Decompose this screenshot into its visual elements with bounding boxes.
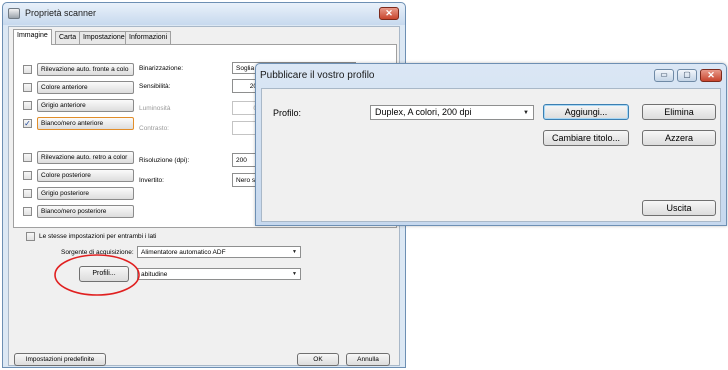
rear-gray-button[interactable]: Grigio posteriore xyxy=(37,187,134,200)
same-settings-checkbox[interactable] xyxy=(26,232,35,241)
front-gray-button[interactable]: Grigio anteriore xyxy=(37,99,134,112)
chevron-down-icon: ▼ xyxy=(292,249,297,255)
front-auto-checkbox[interactable] xyxy=(23,65,32,74)
rear-bw-button[interactable]: Bianco/nero posteriore xyxy=(37,205,134,218)
window-title: Proprietà scanner xyxy=(25,8,97,18)
profile-select-value: abitudine xyxy=(141,271,168,278)
source-value: Alimentatore automatico ADF xyxy=(141,249,226,256)
rename-button[interactable]: Cambiare titolo... xyxy=(543,130,629,146)
contrast-label: Contrasto: xyxy=(139,125,169,132)
front-color-checkbox[interactable] xyxy=(23,83,32,92)
chevron-down-icon: ▼ xyxy=(292,271,297,277)
front-color-button[interactable]: Colore anteriore xyxy=(37,81,134,94)
profile-dialog: Pubblicare il vostro profilo ▭ ▢ ✕ Profi… xyxy=(255,63,727,226)
profile-dropdown[interactable]: Duplex, A colori, 200 dpi ▼ xyxy=(370,105,534,120)
source-select[interactable]: Alimentatore automatico ADF ▼ xyxy=(137,246,301,258)
close-button[interactable]: ✕ xyxy=(700,69,722,82)
tab-carta[interactable]: Carta xyxy=(55,31,81,44)
chevron-down-icon: ▼ xyxy=(523,110,529,116)
dialog-client-area: Profilo: Duplex, A colori, 200 dpi ▼ Agg… xyxy=(261,88,721,222)
binarization-label: Binarizzazione: xyxy=(139,65,184,72)
rear-color-button[interactable]: Colore posteriore xyxy=(37,169,134,182)
rear-auto-button[interactable]: Rilevazione auto. retro a color xyxy=(37,151,134,164)
highlight-ellipse xyxy=(54,254,140,296)
minimize-button[interactable]: ▭ xyxy=(654,69,674,82)
rear-color-checkbox[interactable] xyxy=(23,171,32,180)
reset-button[interactable]: Azzera xyxy=(642,130,716,146)
exit-button[interactable]: Uscita xyxy=(642,200,716,216)
profile-select[interactable]: abitudine ▼ xyxy=(137,268,301,280)
scanner-icon xyxy=(8,8,20,19)
default-settings-button[interactable]: Impostazioni predefinite xyxy=(14,353,106,366)
resolution-label: Risoluzione (dpi): xyxy=(139,157,190,164)
invert-label: Invertito: xyxy=(139,177,164,184)
tab-impostazione[interactable]: Impostazione xyxy=(79,31,129,44)
maximize-button[interactable]: ▢ xyxy=(677,69,697,82)
profile-label: Profilo: xyxy=(273,108,302,118)
delete-button[interactable]: Elimina xyxy=(642,104,716,120)
sensitivity-label: Sensibilità: xyxy=(139,83,171,90)
profile-dropdown-value: Duplex, A colori, 200 dpi xyxy=(375,107,472,117)
add-button[interactable]: Aggiungi... xyxy=(543,104,629,120)
cancel-button[interactable]: Annulla xyxy=(346,353,390,366)
rear-gray-checkbox[interactable] xyxy=(23,189,32,198)
ok-button[interactable]: OK xyxy=(297,353,339,366)
same-settings-label: Le stesse impostazioni per entrambi i la… xyxy=(39,233,157,240)
front-bw-button[interactable]: Bianco/nero anteriore xyxy=(37,117,134,130)
rear-auto-checkbox[interactable] xyxy=(23,153,32,162)
front-auto-button[interactable]: Rilevazione auto. fronte a colo xyxy=(37,63,134,76)
highlight-ellipse-shape xyxy=(54,254,140,296)
front-bw-checkbox[interactable]: ✓ xyxy=(23,119,32,128)
front-gray-checkbox[interactable] xyxy=(23,101,32,110)
title-bar[interactable]: Proprietà scanner ✕ xyxy=(3,3,405,25)
tab-informazioni[interactable]: Informazioni xyxy=(125,31,172,44)
brightness-label: Luminosità xyxy=(139,105,171,112)
tab-immagine[interactable]: Immagine xyxy=(13,29,52,45)
rear-bw-checkbox[interactable] xyxy=(23,207,32,216)
close-button[interactable]: ✕ xyxy=(379,7,399,20)
dialog-title: Pubblicare il vostro profilo xyxy=(260,70,375,81)
